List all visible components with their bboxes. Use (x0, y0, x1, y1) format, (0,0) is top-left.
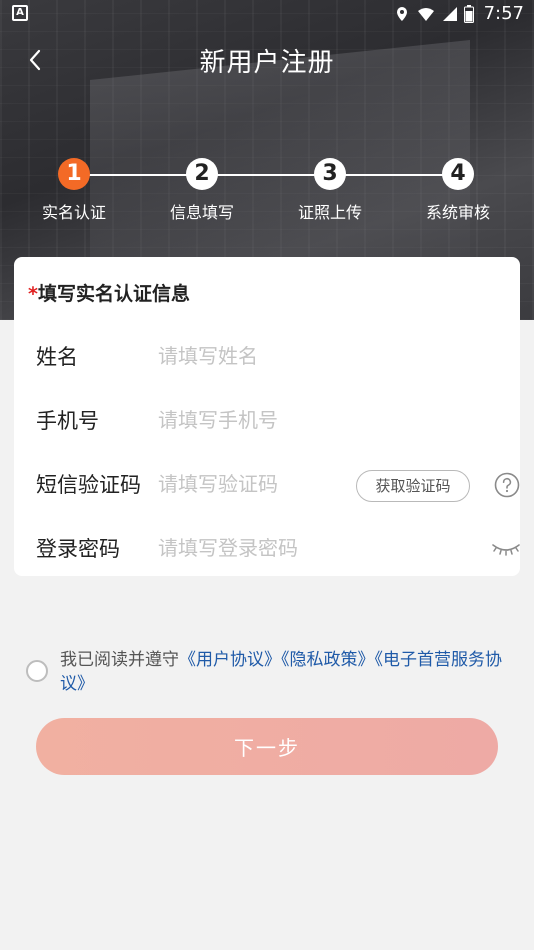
agreement-prefix: 我已阅读并遵守 (60, 650, 179, 670)
get-code-button[interactable]: 获取验证码 (356, 470, 470, 502)
sms-code-label: 短信验证码 (36, 473, 141, 497)
notification-icon: A (12, 5, 28, 21)
step-label: 信息填写 (169, 203, 234, 222)
location-icon (396, 6, 407, 21)
eye-closed-icon[interactable] (491, 541, 521, 557)
required-mark: * (28, 283, 38, 305)
form-title: *填写实名认证信息 (28, 279, 190, 306)
sms-code-input[interactable] (158, 467, 328, 501)
step-4: 4 系统审核 (398, 158, 518, 223)
wifi-icon (417, 7, 434, 21)
step-label: 系统审核 (425, 203, 490, 222)
step-label: 实名认证 (41, 203, 106, 222)
password-label: 登录密码 (36, 537, 120, 561)
battery-icon (463, 4, 474, 23)
user-agreement-link[interactable]: 《用户协议》 (179, 650, 281, 670)
agreement-checkbox[interactable] (26, 660, 48, 682)
signal-icon (442, 6, 457, 21)
step-3: 3 证照上传 (270, 158, 390, 223)
phone-input[interactable] (158, 403, 338, 437)
name-row: 姓名 (36, 335, 500, 375)
next-step-button[interactable]: 下一步 (36, 718, 498, 775)
step-progress: 1 实名认证 2 信息填写 3 证照上传 4 系统审核 (0, 158, 534, 228)
name-input[interactable] (158, 339, 338, 373)
help-icon[interactable] (494, 472, 520, 498)
password-row: 登录密码 (36, 527, 520, 567)
verification-form-card: *填写实名认证信息 姓名 手机号 短信验证码 获取验证码 登录密码 (14, 257, 520, 576)
phone-label: 手机号 (36, 409, 99, 433)
status-time: 7:57 (483, 3, 524, 24)
step-label: 证照上传 (297, 203, 362, 222)
status-bar: A 7:57 (0, 0, 534, 28)
step-number: 3 (314, 158, 346, 190)
name-label: 姓名 (36, 345, 78, 369)
password-input[interactable] (158, 531, 418, 565)
privacy-policy-link[interactable]: 《隐私政策》 (281, 650, 375, 670)
page-title: 新用户注册 (199, 48, 335, 78)
form-title-text: 填写实名认证信息 (37, 283, 190, 305)
nav-bar: 新用户注册 (0, 36, 534, 84)
step-number: 1 (58, 158, 90, 190)
agreement-text: 我已阅读并遵守《用户协议》《隐私政策》《电子首营服务协议》 (60, 648, 510, 696)
step-number: 4 (442, 158, 474, 190)
phone-row: 手机号 (36, 399, 500, 439)
sms-code-row: 短信验证码 获取验证码 (36, 463, 520, 503)
step-number: 2 (186, 158, 218, 190)
step-2: 2 信息填写 (142, 158, 262, 223)
step-1: 1 实名认证 (14, 158, 134, 223)
